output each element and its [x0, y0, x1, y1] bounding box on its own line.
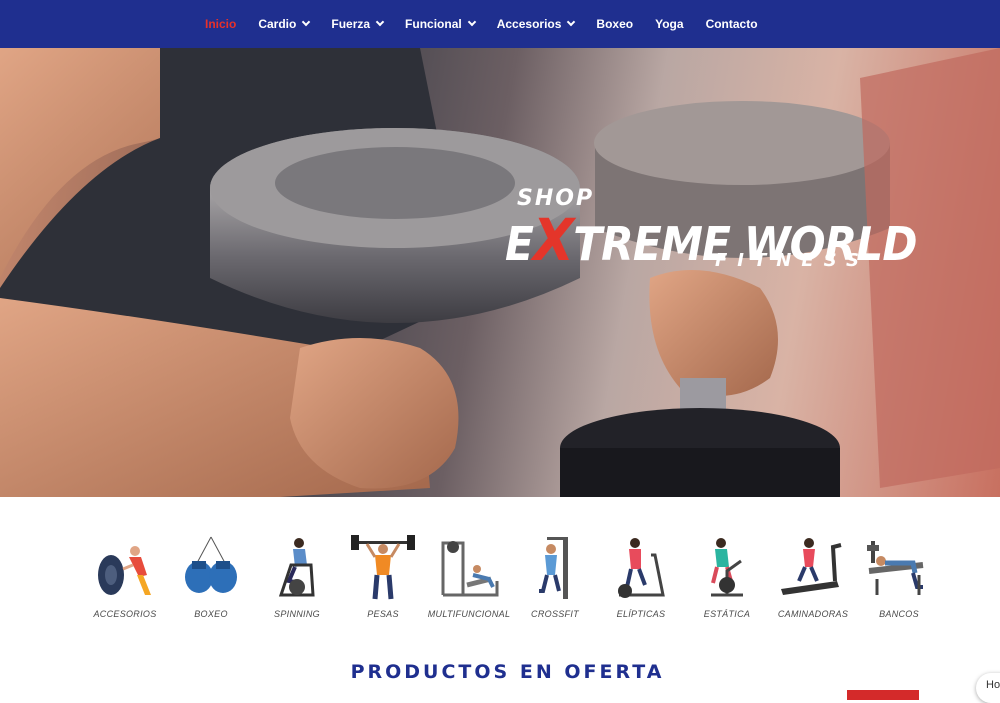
- category-label: ACCESORIOS: [93, 609, 157, 619]
- category-boxeo[interactable]: BOXEO: [168, 535, 254, 619]
- boxing-gloves-icon: [185, 536, 237, 593]
- section-title: PRODUCTOS EN OFERTA: [350, 661, 665, 683]
- category-label: CAMINADORAS: [777, 609, 849, 619]
- category-pesas[interactable]: PESAS: [340, 535, 426, 619]
- chevron-down-icon: [467, 17, 476, 27]
- category-multifuncional[interactable]: MULTIFUNCIONAL: [426, 535, 512, 619]
- logo-main-pre: E: [505, 217, 534, 271]
- category-estatica[interactable]: ESTÁTICA: [684, 535, 770, 619]
- category-label: ELÍPTICAS: [616, 609, 666, 619]
- multi-gym-icon: [441, 541, 499, 597]
- category-caminadoras[interactable]: CAMINADORAS: [770, 535, 856, 619]
- nav-item-label: Funcional: [405, 17, 462, 31]
- nav-item-label: Contacto: [705, 17, 758, 31]
- stationary-bike-icon: [711, 538, 743, 597]
- help-chat-button[interactable]: Ho: [976, 673, 1000, 703]
- category-elipticas[interactable]: ELÍPTICAS: [598, 535, 684, 619]
- brand-logo: SHOP EXTREME WORLD FITNESS: [505, 186, 945, 326]
- category-bancos[interactable]: BANCOS: [856, 535, 942, 619]
- nav-item-label: Cardio: [258, 17, 297, 31]
- nav-item-label: Yoga: [655, 17, 684, 31]
- chevron-down-icon: [302, 17, 311, 27]
- category-section: ACCESORIOS BOXEO SPINNING PESAS MULTIFUN…: [0, 497, 1000, 703]
- category-label: PESAS: [367, 609, 399, 619]
- nav-item-accesorios[interactable]: Accesorios: [496, 17, 576, 31]
- hero-banner: SHOP EXTREME WORLD FITNESS: [0, 48, 1000, 497]
- help-label: Ho: [986, 679, 1000, 691]
- nav-item-fuerza[interactable]: Fuerza: [331, 17, 385, 31]
- nav-menu: Inicio Cardio Fuerza Funcional Accesorio…: [205, 0, 780, 48]
- category-crossfit[interactable]: CROSSFIT: [512, 535, 598, 619]
- nav-item-inicio[interactable]: Inicio: [205, 17, 236, 31]
- category-label: MULTIFUNCIONAL: [427, 609, 511, 619]
- nav-item-contacto[interactable]: Contacto: [706, 17, 758, 31]
- category-label: ESTÁTICA: [703, 609, 751, 619]
- nav-item-funcional[interactable]: Funcional: [405, 17, 476, 31]
- spinning-bike-icon: [278, 538, 315, 597]
- nav-item-cardio[interactable]: Cardio: [258, 17, 311, 31]
- nav-item-label: Boxeo: [596, 17, 634, 31]
- logo-fitness-text: FITNESS: [715, 250, 869, 271]
- tire-flip-icon: [98, 546, 151, 595]
- nav-item-yoga[interactable]: Yoga: [655, 17, 683, 31]
- logo-main-x: X: [533, 206, 574, 274]
- treadmill-icon: [781, 538, 842, 595]
- category-label: SPINNING: [274, 609, 320, 619]
- category-list: ACCESORIOS BOXEO SPINNING PESAS MULTIFUN…: [82, 535, 942, 619]
- weightlifter-icon: [351, 535, 415, 600]
- category-label: CROSSFIT: [531, 609, 579, 619]
- category-label: BOXEO: [194, 609, 228, 619]
- category-accesorios[interactable]: ACCESORIOS: [82, 535, 168, 619]
- main-nav: Inicio Cardio Fuerza Funcional Accesorio…: [0, 0, 1000, 48]
- nav-item-boxeo[interactable]: Boxeo: [596, 17, 633, 31]
- nav-item-label: Fuerza: [331, 17, 371, 31]
- category-spinning[interactable]: SPINNING: [254, 535, 340, 619]
- chevron-down-icon: [567, 17, 576, 27]
- category-label: BANCOS: [879, 609, 919, 619]
- crossfit-rig-icon: [539, 537, 568, 599]
- bench-press-icon: [867, 541, 924, 595]
- nav-item-label: Accesorios: [496, 17, 562, 31]
- nav-item-label: Inicio: [205, 17, 237, 31]
- chevron-down-icon: [375, 17, 385, 27]
- elliptical-icon: [618, 538, 665, 598]
- offer-badge[interactable]: [847, 690, 919, 700]
